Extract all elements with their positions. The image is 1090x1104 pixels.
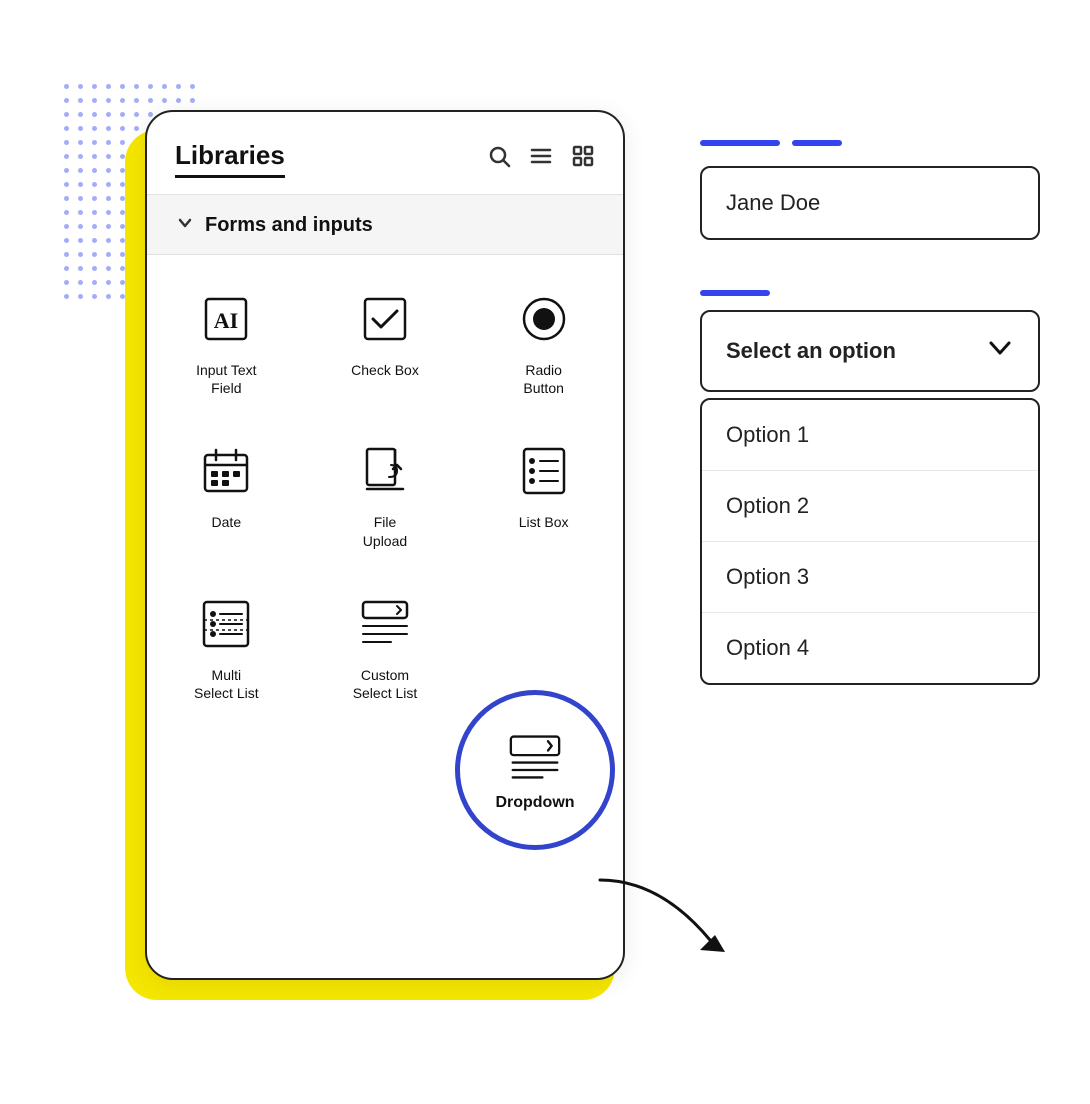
radio-button-label: RadioButton [523,361,563,397]
option-item-4[interactable]: Option 4 [702,613,1038,683]
library-panel: Libraries [145,110,625,980]
multi-select-list-label: MultiSelect List [194,666,259,702]
grid-item-radio-button[interactable]: RadioButton [464,265,623,417]
list-box-label: List Box [519,513,569,531]
options-list: Option 1 Option 2 Option 3 Option 4 [700,398,1040,685]
panel-title: Libraries [175,140,285,171]
custom-select-icon [355,594,415,654]
file-upload-label: FileUpload [363,513,407,549]
arrow-decoration [580,870,760,970]
select-dropdown[interactable]: Select an option [700,310,1040,392]
section-header[interactable]: Forms and inputs [147,194,623,255]
grid-item-date[interactable]: Date [147,417,306,569]
grid-item-check-box[interactable]: Check Box [306,265,465,417]
select-placeholder: Select an option [726,338,896,364]
grid-item-list-box[interactable]: List Box [464,417,623,569]
section-title: Forms and inputs [205,214,373,237]
check-box-label: Check Box [351,361,419,379]
grid-item-file-upload[interactable]: FileUpload [306,417,465,569]
ai-text-icon: AI [196,289,256,349]
option-item-3[interactable]: Option 3 [702,542,1038,613]
option-item-1[interactable]: Option 1 [702,400,1038,471]
blue-dashes-decoration [700,140,1060,146]
blue-dash-short [792,140,842,146]
panel-header: Libraries [147,112,623,178]
checkbox-icon [355,289,415,349]
dropdown-circle-highlight[interactable]: Dropdown [455,690,615,850]
search-icon[interactable] [487,144,511,174]
panel-title-underline [175,175,285,178]
grid-item-custom-select-list[interactable]: CustomSelect List [306,570,465,722]
text-input-value: Jane Doe [726,190,820,215]
header-icons [487,144,595,174]
right-panel: Jane Doe Select an option Option 1 Optio… [700,140,1060,685]
blue-dash-long [700,140,780,146]
list-box-icon [514,441,574,501]
text-input-display[interactable]: Jane Doe [700,166,1040,240]
dropdown-icon [505,727,565,787]
dropdown-placeholder-label: Dropdown [512,666,576,684]
panel-title-area: Libraries [175,140,285,178]
dropdown-placeholder-icon [514,594,574,654]
grid-view-icon[interactable] [571,144,595,174]
date-label: Date [212,513,242,531]
grid-item-multi-select-list[interactable]: MultiSelect List [147,570,306,722]
chevron-down-icon [986,334,1014,368]
input-text-field-label: Input TextField [196,361,256,397]
file-upload-icon [355,441,415,501]
svg-text:AI: AI [214,308,238,333]
option-item-2[interactable]: Option 2 [702,471,1038,542]
section-chevron-icon [175,213,195,238]
custom-select-list-label: CustomSelect List [353,666,418,702]
items-grid: AI Input TextField Check Box [147,255,623,732]
date-icon [196,441,256,501]
list-view-icon[interactable] [529,144,553,174]
radio-button-icon [514,289,574,349]
grid-item-input-text-field[interactable]: AI Input TextField [147,265,306,417]
multi-select-icon [196,594,256,654]
dropdown-label: Dropdown [495,793,574,814]
blue-dash-single-decoration [700,290,770,296]
